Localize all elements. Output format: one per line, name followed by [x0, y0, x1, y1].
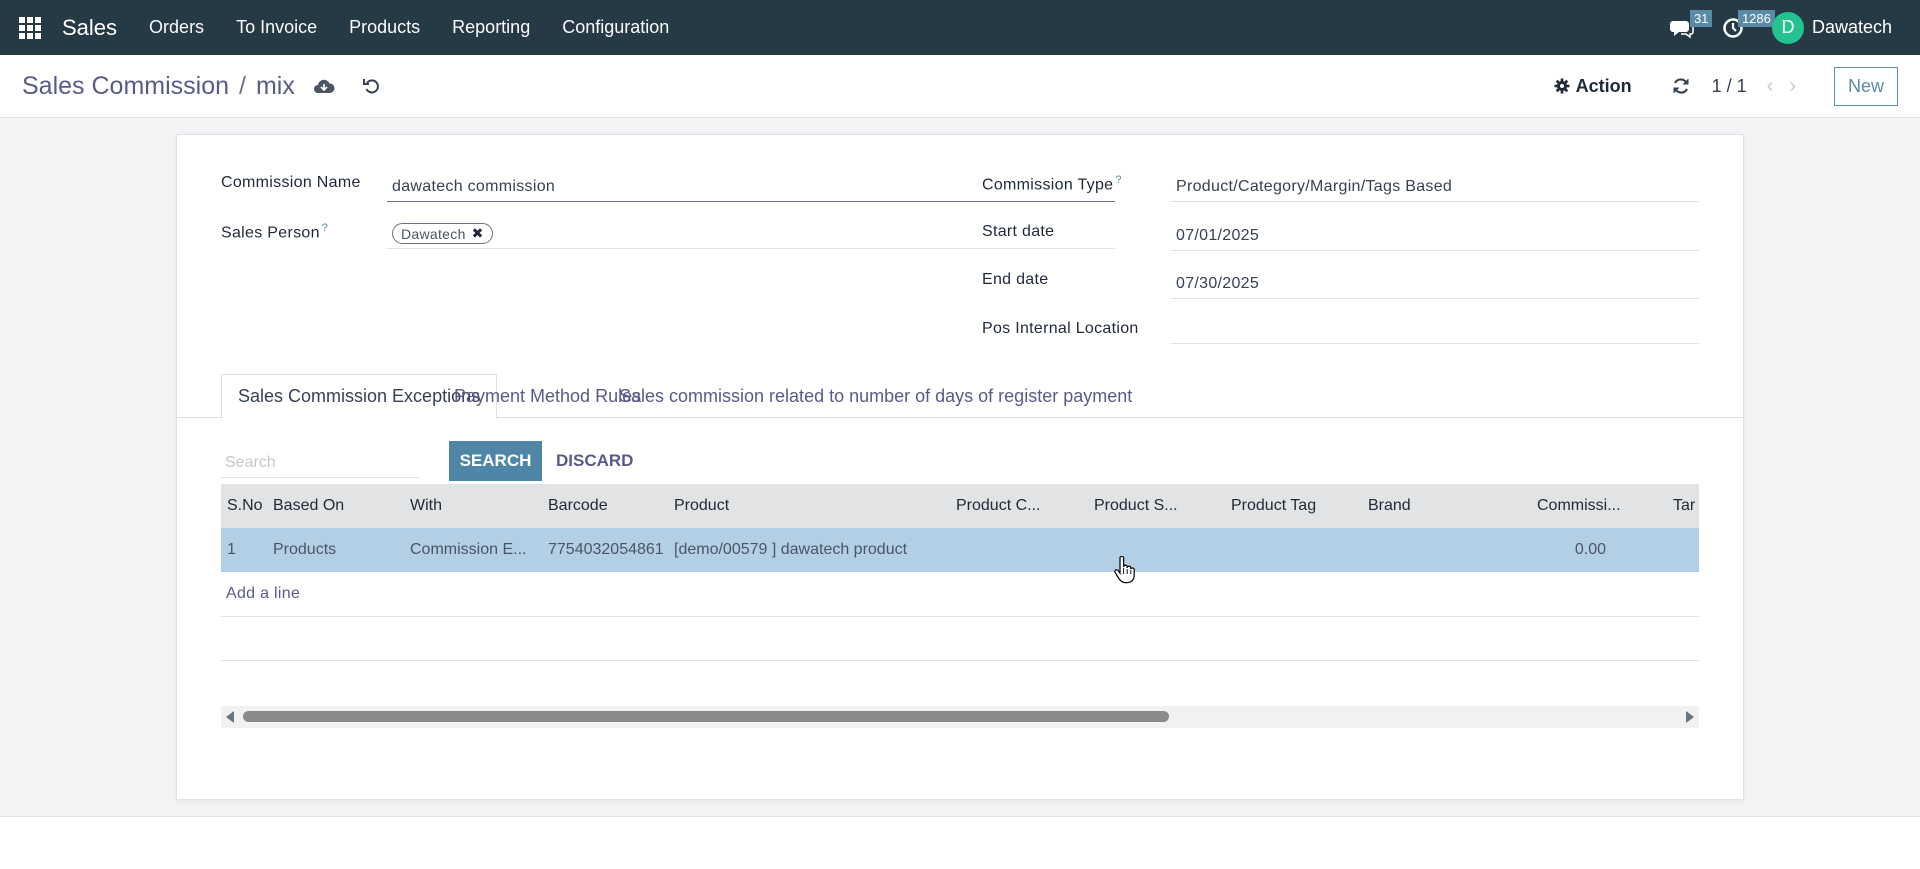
form-sheet: Commission Name dawatech commission Sale…	[176, 134, 1744, 800]
new-record-button[interactable]: New	[1833, 66, 1898, 106]
end-date-field[interactable]: 07/30/2025	[1171, 269, 1699, 299]
exceptions-table: S.No Based On With Barcode Product Produ…	[221, 484, 1699, 728]
start-date-label: Start date	[982, 223, 1055, 240]
start-date-field[interactable]: 07/01/2025	[1171, 221, 1699, 251]
column-header-product-tag[interactable]: Product Tag	[1231, 484, 1316, 528]
horizontal-scrollbar[interactable]	[221, 706, 1699, 728]
pager-navigation: ‹ ›	[1767, 75, 1796, 98]
top-navbar: Sales Orders To Invoice Products Reporti…	[0, 0, 1920, 55]
commission-type-field[interactable]: Product/Category/Margin/Tags Based	[1171, 172, 1699, 202]
menu-reporting[interactable]: Reporting	[436, 17, 546, 38]
table-row[interactable]: 1 Products Commission E... 7754032054861…	[221, 528, 1699, 572]
menu-products[interactable]: Products	[333, 17, 436, 38]
cell-barcode: 7754032054861	[548, 541, 664, 558]
refresh-icon[interactable]	[1672, 77, 1690, 95]
menu-to-invoice[interactable]: To Invoice	[220, 17, 333, 38]
save-cloud-icon[interactable]	[313, 77, 335, 95]
search-input[interactable]	[221, 448, 419, 478]
scroll-right-icon[interactable]	[1686, 711, 1694, 723]
activities-button[interactable]: 1286	[1708, 0, 1775, 55]
empty-row	[221, 660, 1699, 704]
commission-name-label: Commission Name	[221, 174, 361, 191]
column-header-product[interactable]: Product	[674, 484, 729, 528]
remove-tag-icon[interactable]: ✖	[472, 225, 484, 242]
gear-icon	[1554, 78, 1570, 94]
search-button[interactable]: SEARCH	[449, 441, 542, 481]
sales-person-tag-label: Dawatech	[401, 225, 466, 242]
pager-next-icon[interactable]: ›	[1789, 75, 1796, 98]
pos-location-field[interactable]	[1171, 314, 1699, 344]
action-menu-button[interactable]: Action	[1554, 76, 1632, 97]
column-header-target[interactable]: Tar	[1673, 484, 1699, 528]
cell-product: [demo/00579 ] dawatech product	[674, 541, 908, 558]
cell-sno: 1	[227, 541, 236, 558]
apps-menu-icon[interactable]	[0, 0, 60, 55]
sales-person-label: Sales Person?	[221, 222, 329, 242]
breadcrumb-parent[interactable]: Sales Commission	[22, 72, 229, 101]
pager-value[interactable]: 1 / 1	[1712, 76, 1747, 97]
messages-button[interactable]: 31	[1656, 0, 1713, 55]
column-header-sno[interactable]: S.No	[227, 484, 263, 528]
notebook-tabs: Sales Commission Exceptions Payment Meth…	[177, 374, 1743, 419]
discard-button[interactable]: DISCARD	[556, 441, 633, 481]
app-brand[interactable]: Sales	[60, 15, 133, 41]
action-label: Action	[1575, 75, 1632, 96]
pos-location-label: Pos Internal Location	[982, 320, 1139, 337]
column-header-brand[interactable]: Brand	[1368, 484, 1411, 528]
cell-with: Commission E...	[410, 541, 527, 558]
help-mark-commission-type[interactable]: ?	[1115, 174, 1121, 186]
add-line-link[interactable]: Add a line	[226, 572, 300, 616]
column-header-barcode[interactable]: Barcode	[548, 484, 608, 528]
breadcrumb-separator: /	[239, 71, 246, 100]
avatar: D	[1771, 11, 1804, 44]
column-header-product-category[interactable]: Product C...	[956, 484, 1040, 528]
table-header: S.No Based On With Barcode Product Produ…	[221, 484, 1699, 528]
sales-person-tag: Dawatech ✖	[392, 223, 493, 244]
scroll-left-icon[interactable]	[226, 711, 234, 723]
breadcrumb: Sales Commission / mix	[0, 72, 295, 101]
page-bottom	[0, 816, 1920, 869]
cell-commission: 0.00	[1574, 541, 1606, 558]
control-panel-right: Action 1 / 1 ‹ › New	[1554, 66, 1920, 106]
user-name: Dawatech	[1811, 17, 1892, 37]
menu-orders[interactable]: Orders	[133, 17, 220, 38]
discard-changes-icon[interactable]	[362, 77, 381, 95]
pager-previous-icon[interactable]: ‹	[1767, 75, 1774, 98]
empty-row	[221, 616, 1699, 660]
column-header-product-s[interactable]: Product S...	[1094, 484, 1178, 528]
scrollbar-thumb[interactable]	[243, 711, 1169, 722]
systray: 31 1286 D Dawatech	[1656, 0, 1920, 55]
user-menu[interactable]: D Dawatech	[1758, 0, 1920, 55]
tab-days-register-payment[interactable]: Sales commission related to number of da…	[603, 374, 1148, 419]
end-date-label: End date	[982, 271, 1049, 288]
column-header-commission[interactable]: Commissi...	[1537, 484, 1621, 528]
breadcrumb-current: mix	[255, 71, 295, 100]
column-header-based-on[interactable]: Based On	[273, 484, 344, 528]
menu-configuration[interactable]: Configuration	[546, 17, 685, 38]
cell-based-on: Products	[273, 541, 337, 558]
control-panel: Sales Commission / mix Action 1 / 1 ‹ › …	[0, 55, 1920, 118]
hand-cursor-icon	[1114, 556, 1135, 584]
help-mark-sales-person[interactable]: ?	[322, 222, 328, 234]
column-header-with[interactable]: With	[410, 484, 442, 528]
commission-type-label: Commission Type?	[982, 174, 1122, 194]
main-menu: Orders To Invoice Products Reporting Con…	[133, 17, 685, 38]
